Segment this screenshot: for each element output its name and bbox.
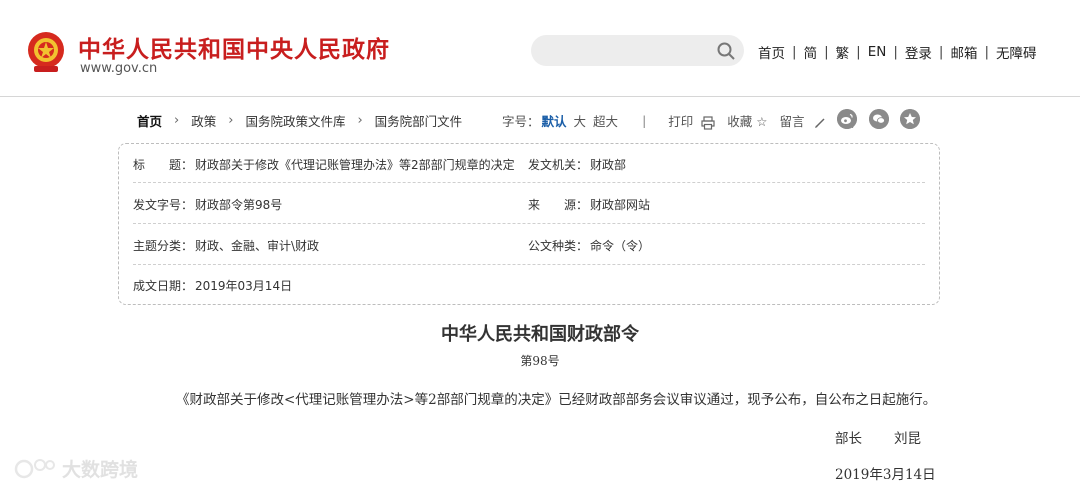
chevron-right-icon: › <box>228 113 234 128</box>
meta-issuer-label: 发文机关： <box>528 158 589 172</box>
print-label: 打印 <box>668 114 694 129</box>
nav-login[interactable]: 登录 <box>905 42 932 62</box>
meta-topic-label: 主题分类： <box>133 239 194 253</box>
meta-issuer: 财政部 <box>590 158 627 172</box>
site-domain: www.gov.cn <box>80 61 158 76</box>
sign-date: 2019年3月14日 <box>835 467 936 483</box>
meta-type: 命令（令） <box>590 239 651 253</box>
nav-separator: | <box>856 44 861 60</box>
signer-name: 刘昆 <box>894 431 921 447</box>
printer-icon <box>701 115 715 130</box>
watermark-logo: 大数跨境 <box>14 458 138 481</box>
comment-label: 留言 <box>779 114 805 129</box>
comment-button[interactable]: 留言 <box>780 111 827 130</box>
font-size-xlarge[interactable]: 超大 <box>593 111 618 130</box>
meta-divider <box>133 264 925 265</box>
favorite-button[interactable]: 收藏 ☆ <box>727 111 767 130</box>
nav-traditional[interactable]: 繁 <box>836 42 850 62</box>
meta-source-label: 来 源： <box>528 198 589 212</box>
print-button[interactable]: 打印 <box>668 111 715 130</box>
nav-english[interactable]: EN <box>868 44 887 60</box>
document-body: 《财政部关于修改<代理记账管理办法>等2部部门规章的决定》已经财政部部务会议审议… <box>176 392 937 408</box>
wechat-icon[interactable] <box>869 109 889 129</box>
meta-type-label: 公文种类： <box>528 239 589 253</box>
meta-date: 2019年03月14日 <box>195 279 293 293</box>
breadcrumb-home[interactable]: 首页 <box>137 111 162 130</box>
nav-separator: | <box>984 44 990 60</box>
article-toolbar: 字号： 默认 大 超大 | 打印 收藏 ☆ 留言 | <box>502 111 877 130</box>
site-title[interactable]: 中华人民共和国中央人民政府 <box>78 30 390 64</box>
search-input[interactable] <box>531 35 744 66</box>
document-metadata: 标 题： 财政部关于修改《代理记账管理办法》等2部部门规章的决定 发文机关： 财… <box>118 143 940 305</box>
star-icon: ☆ <box>756 114 768 129</box>
meta-topic: 财政、金融、审计\财政 <box>195 239 320 253</box>
nav-mailbox[interactable]: 邮箱 <box>950 42 977 62</box>
nav-separator: | <box>824 44 829 60</box>
nav-separator: | <box>938 44 944 60</box>
toolbar-separator: | <box>642 113 647 128</box>
meta-divider <box>133 182 925 183</box>
svg-text:大数跨境: 大数跨境 <box>62 458 138 481</box>
meta-divider <box>133 223 925 224</box>
nav-accessibility[interactable]: 无障碍 <box>996 42 1037 62</box>
breadcrumb-policy-library[interactable]: 国务院政策文件库 <box>245 111 345 130</box>
chevron-right-icon: › <box>174 113 180 128</box>
font-size-large[interactable]: 大 <box>574 111 587 130</box>
nav-simplified[interactable]: 简 <box>804 42 818 62</box>
nav-separator: | <box>893 44 898 60</box>
qzone-icon[interactable] <box>900 109 920 129</box>
breadcrumb-dept-docs[interactable]: 国务院部门文件 <box>375 111 463 130</box>
breadcrumb-policy[interactable]: 政策 <box>191 111 216 130</box>
site-header: 中华人民共和国中央人民政府 www.gov.cn 首页 | 简 | 繁 | EN… <box>0 0 1080 97</box>
pencil-icon <box>814 117 825 128</box>
meta-date-label: 成文日期： <box>133 279 194 293</box>
meta-docno: 财政部令第98号 <box>195 198 283 212</box>
nav-separator: | <box>792 44 797 60</box>
search-icon[interactable] <box>716 41 736 61</box>
signer-role: 部长 <box>835 431 862 447</box>
document-number: 第98号 <box>520 354 560 368</box>
national-emblem-icon <box>28 32 64 72</box>
favorite-label: 收藏 <box>727 114 753 129</box>
chevron-right-icon: › <box>357 113 363 128</box>
meta-title-label: 标 题： <box>133 158 194 172</box>
meta-docno-label: 发文字号： <box>133 198 194 212</box>
meta-title: 财政部关于修改《代理记账管理办法》等2部部门规章的决定 <box>195 158 515 172</box>
top-nav: 首页 | 简 | 繁 | EN | 登录 | 邮箱 | 无障碍 <box>758 42 1037 62</box>
font-size-label: 字号： <box>502 114 540 129</box>
meta-source: 财政部网站 <box>590 198 651 212</box>
document-title: 中华人民共和国财政部令 <box>441 324 639 345</box>
breadcrumb: 首页 › 政策 › 国务院政策文件库 › 国务院部门文件 <box>137 111 462 130</box>
weibo-icon[interactable] <box>837 109 857 129</box>
nav-home[interactable]: 首页 <box>758 42 785 62</box>
font-size-default[interactable]: 默认 <box>542 111 567 130</box>
